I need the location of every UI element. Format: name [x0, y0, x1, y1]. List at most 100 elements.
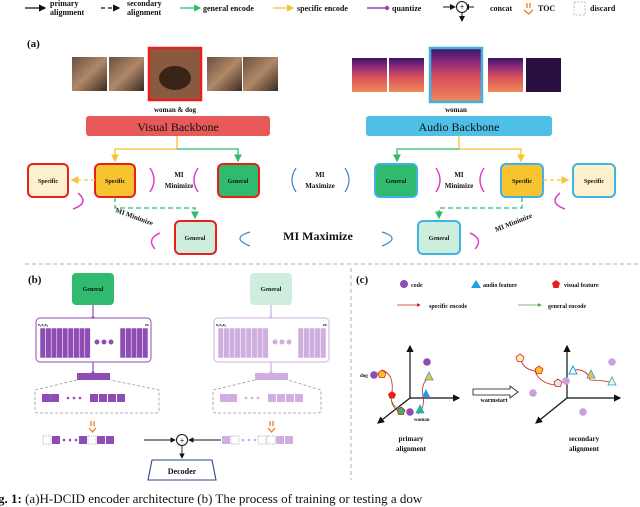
- curved-arrow-icon: [344, 167, 350, 193]
- audio-general-label: General: [386, 179, 407, 185]
- token: [52, 436, 60, 444]
- codebook-entry: [217, 327, 224, 359]
- ellipsis-dot: [74, 438, 78, 442]
- token: [90, 394, 98, 402]
- legend-general-encode-c: general encode: [548, 304, 586, 310]
- caption-prefix: g. 1:: [0, 491, 22, 506]
- ellipsis-dot: [247, 438, 251, 442]
- legend-quantize: quantize: [392, 4, 422, 13]
- code-point: [562, 377, 570, 385]
- codebook-entry: [62, 327, 69, 359]
- legend-primary-line2: alignment: [50, 8, 85, 17]
- dog-label: dog: [360, 374, 368, 379]
- codebook-entry: [50, 327, 58, 359]
- codebook-entry: [45, 327, 52, 359]
- general-input-label: General: [83, 287, 104, 293]
- token: [79, 436, 87, 444]
- discard-box-icon: [573, 1, 586, 16]
- codebook-entry: [234, 327, 241, 359]
- curved-arrow-icon: [149, 167, 155, 193]
- curved-arrow-icon: [72, 192, 84, 210]
- codebook-entry: [142, 327, 149, 359]
- curved-arrow-icon: [381, 231, 393, 247]
- audio-backbone-label: Audio Backbone: [419, 120, 500, 134]
- mi-minimize-audio-line2: Minimize: [445, 182, 473, 190]
- codebook-label-start: e₁e₂e₃: [38, 322, 49, 327]
- svg-text:+: +: [459, 2, 464, 12]
- token: [97, 436, 105, 444]
- visual-general-copy-label: General: [185, 236, 206, 242]
- quantize-dot-icon: [384, 5, 390, 11]
- spectrogram: [352, 58, 387, 92]
- token: [277, 394, 285, 402]
- codebook-label-start: e₁e₂e₃: [216, 322, 227, 327]
- token: [51, 394, 59, 402]
- ellipsis-dot: [68, 438, 72, 442]
- discarded-token: [87, 435, 97, 445]
- audio-spectrograms: [352, 46, 561, 104]
- panel-b-label: (b): [28, 274, 42, 286]
- token: [42, 394, 50, 402]
- token: [286, 394, 294, 402]
- video-frame: [72, 57, 107, 91]
- spectrogram: [389, 58, 424, 92]
- codebook-entry: [67, 327, 74, 359]
- codebook-entry: [251, 327, 258, 359]
- code-point: [579, 408, 587, 416]
- discarded-token: [257, 435, 267, 445]
- ellipsis-dot: [241, 438, 245, 442]
- ellipsis-dot: [244, 396, 248, 400]
- codebook-label-end: eₖ: [323, 322, 328, 327]
- legend-toc: TOC: [538, 4, 555, 13]
- token: [117, 394, 125, 402]
- audio-feature-point: [424, 371, 434, 381]
- video-frame: [109, 57, 144, 91]
- ellipsis-dot: [66, 396, 70, 400]
- audio-feature-point: [422, 389, 430, 397]
- video-frame: [207, 57, 242, 91]
- ellipsis-dot: [253, 438, 257, 442]
- primary-label-line1: primary: [399, 435, 424, 443]
- codebook-entry: [314, 327, 321, 359]
- toc-icon: [88, 421, 97, 433]
- audio-caption: woman: [445, 106, 467, 114]
- video-frame: [243, 57, 278, 91]
- token: [222, 436, 230, 444]
- discarded-token: [42, 435, 52, 445]
- secondary-label-line1: secondary: [569, 435, 600, 443]
- token: [106, 436, 114, 444]
- codebook-entry: [223, 327, 230, 359]
- quantized-vector: [77, 373, 110, 380]
- visual-feature-point: [515, 353, 525, 362]
- visual-caption: woman & dog: [154, 106, 197, 114]
- spectrogram: [488, 58, 523, 92]
- quantized-vector: [255, 373, 288, 380]
- token: [276, 436, 284, 444]
- legend-concat: concat: [490, 4, 513, 13]
- mi-minimize-audio-line1: MI: [454, 171, 464, 179]
- code-legend-icon: [400, 280, 408, 288]
- token: [229, 394, 237, 402]
- primary-alignment-plot: dog woman primary alignment: [360, 344, 461, 453]
- codebook-entry: [262, 327, 269, 359]
- mi-maximize-small-line2: Maximize: [305, 182, 335, 190]
- visual-feature-point: [388, 391, 396, 399]
- codebook-entry: [125, 327, 132, 359]
- legend-primary-line1: primary: [50, 0, 78, 8]
- backbone-connectors: [111, 136, 525, 163]
- warmstart-arrow-icon: [472, 385, 519, 399]
- codebook-entry: [84, 327, 91, 359]
- visual-general-label: General: [228, 179, 249, 185]
- codebook-entry: [320, 327, 327, 359]
- decoder-label: Decoder: [168, 467, 197, 476]
- mi-minimize-diag-visual: MI Minimize: [114, 206, 154, 227]
- codebook-entry: [39, 327, 46, 359]
- token: [108, 394, 116, 402]
- audio-quantize-branch: General e₁e₂e₃ eₖ: [212, 273, 330, 445]
- spectrogram: [526, 58, 561, 92]
- panel-a-label: (a): [27, 38, 40, 50]
- concat-icon: +: [443, 1, 474, 22]
- discarded-token: [230, 435, 240, 445]
- discarded-token: [266, 435, 276, 445]
- curved-arrow-icon: [291, 167, 297, 193]
